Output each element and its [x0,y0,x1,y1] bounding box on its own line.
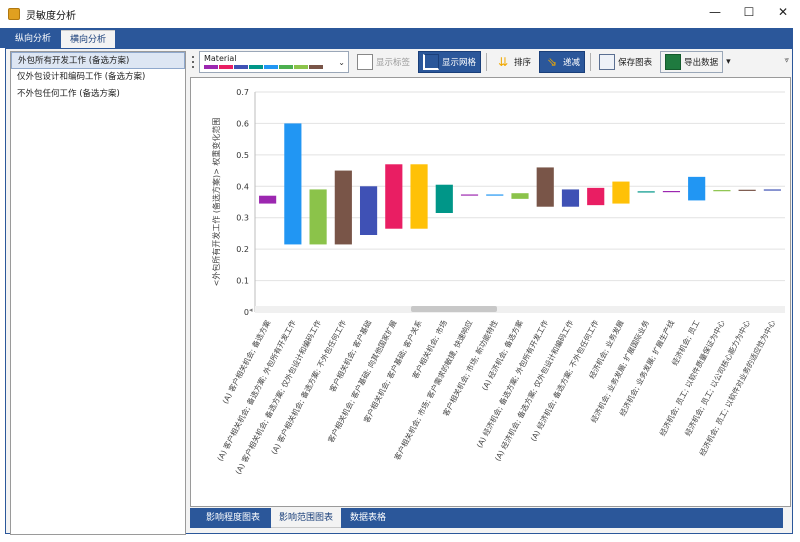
tab-data-table[interactable]: 数据表格 [342,508,394,528]
palette-swatch [234,65,248,69]
toolbar-overflow-icon[interactable]: ⩔ [784,55,789,65]
export-dropdown-icon[interactable]: ▾ [726,57,731,67]
palette-swatch [264,65,278,69]
save-chart-button[interactable]: 保存图表 [595,51,656,73]
palette-label: Material [204,54,237,63]
minimize-button[interactable]: — [698,0,732,24]
alternatives-list: 外包所有开发工作 (备选方案) 仅外包设计和编码工作 (备选方案) 不外包任何工… [10,51,186,535]
range-bar[interactable] [561,189,580,207]
range-bar[interactable] [359,186,378,235]
y-tick-label: 0.7 [236,88,249,97]
scroll-left-icon[interactable]: ◂ [249,306,253,314]
decrease-label: 递减 [563,58,581,68]
analysis-tabs: 纵向分析 横向分析 [0,28,793,48]
save-chart-icon [599,54,616,70]
toolbar-grip-icon[interactable] [191,55,195,69]
x-tick-label: (A) 客户相关机会; 备选方案 [220,318,273,405]
close-button[interactable]: ✕ [766,0,800,24]
range-bar[interactable] [259,195,277,204]
palette-swatches [204,65,323,69]
tab-vertical-analysis[interactable]: 纵向分析 [6,30,60,48]
y-tick-label: 0.6 [236,119,249,128]
sort-button[interactable]: ⇊ 排序 [491,51,535,73]
export-data-label: 导出数据 [684,58,719,68]
palette-select[interactable]: Material ⌄ [199,51,349,73]
sort-icon: ⇊ [498,55,509,69]
grid-icon [423,54,440,70]
show-labels-label: 显示标签 [376,58,411,68]
title-bar: 灵敏度分析 — ☐ ✕ [0,0,800,28]
horizontal-scrollbar[interactable]: ◂ [249,306,785,314]
app-icon [8,8,20,20]
range-bar[interactable] [410,164,428,229]
chevron-down-icon: ⌄ [338,58,345,67]
export-data-button[interactable]: 导出数据 [660,51,724,73]
toolbar-divider [590,53,592,71]
palette-swatch [294,65,308,69]
show-grid-label: 显示网格 [442,58,477,68]
window-controls: — ☐ ✕ [698,0,800,28]
maximize-button[interactable]: ☐ [732,0,766,24]
list-item[interactable]: 不外包任何工作 (备选方案) [11,86,185,103]
range-bar[interactable] [763,189,781,191]
toolbar-divider [486,53,488,71]
sort-label: 排序 [514,58,532,68]
y-axis-label: <外包所有开发工作 (备选方案)> 权重变化范围 [211,118,221,287]
range-bar[interactable] [688,176,706,201]
range-bar[interactable] [587,187,605,206]
palette-swatch [279,65,293,69]
range-bar[interactable] [713,190,731,192]
sort-descending-icon: ⇘ [547,55,558,69]
range-bar[interactable] [536,167,554,207]
range-bar[interactable] [334,170,352,245]
save-chart-label: 保存图表 [618,58,653,68]
palette-swatch [309,65,323,69]
chart-panel: 0 0.1 0.2 0.3 0.4 0.5 0.6 0.7 (A) 客户相关机会; 备选方案 (A… [190,77,791,507]
tab-impact-range[interactable]: 影响范围图表 [271,508,342,528]
range-bar[interactable] [511,193,529,199]
range-bar[interactable] [284,123,302,245]
window-title: 灵敏度分析 [26,10,76,22]
palette-swatch [219,65,233,69]
list-item[interactable]: 外包所有开发工作 (备选方案) [11,52,185,69]
show-labels-button[interactable]: 显示标签 [353,51,414,73]
range-chart: 00.10.20.30.40.50.60.7(A) 客户相关机会; 备选方案(A… [211,88,785,476]
y-tick-label: 0.5 [236,151,249,160]
range-bar[interactable] [460,194,479,196]
show-grid-button[interactable]: 显示网格 [418,51,482,73]
list-item[interactable]: 仅外包设计和编码工作 (备选方案) [11,69,185,86]
y-tick-label: 0.4 [236,182,249,191]
labels-icon [357,54,373,70]
decrease-button[interactable]: ⇘ 递减 [539,51,586,73]
range-bar[interactable] [637,191,655,193]
y-tick-label: 0.1 [236,277,249,286]
bar-layer [259,123,781,245]
main-area: 外包所有开发工作 (备选方案) 仅外包设计和编码工作 (备选方案) 不外包任何工… [5,48,793,535]
range-bar[interactable] [435,184,453,213]
grid-layer [254,91,785,313]
palette-swatch [204,65,218,69]
scrollbar-thumb[interactable] [411,306,497,312]
range-bar[interactable] [486,194,504,196]
chart-toolbar: Material ⌄ 显示标签 显示网格 ⇊ 排序 ⇘ 递减 保存图表 导出数据… [191,49,791,75]
y-tick-label: 0.2 [236,245,249,254]
excel-icon [665,54,682,70]
app-window: 灵敏度分析 — ☐ ✕ 纵向分析 横向分析 外包所有开发工作 (备选方案) 仅外… [0,0,800,542]
range-bar[interactable] [738,189,756,191]
range-bar[interactable] [385,164,403,229]
tab-impact-degree[interactable]: 影响程度图表 [198,508,268,528]
palette-swatch [249,65,263,69]
y-tick-label: 0.3 [236,214,249,223]
tab-horizontal-analysis[interactable]: 横向分析 [61,30,116,48]
range-bar[interactable] [309,189,327,245]
scrollbar-track[interactable] [255,306,785,312]
view-tabs: 影响程度图表 影响范围图表 数据表格 [190,508,783,528]
range-bar[interactable] [662,191,681,193]
range-bar[interactable] [612,181,630,204]
